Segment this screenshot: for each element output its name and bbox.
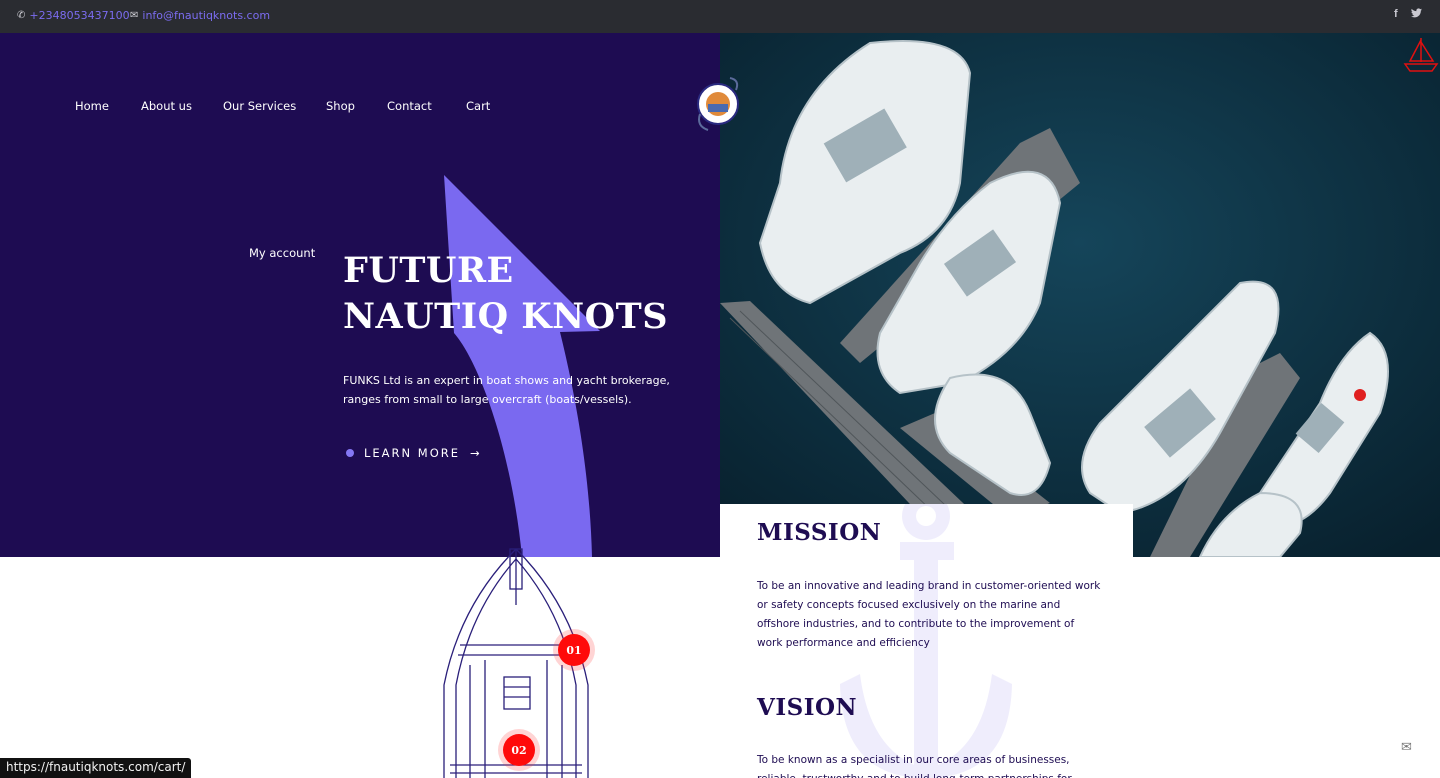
learn-more-button[interactable]: LEARN MORE → — [346, 446, 482, 460]
nav-our-services[interactable]: Our Services — [223, 99, 296, 113]
boat-marker-02[interactable]: 02 — [503, 734, 535, 766]
bullet-dot-icon — [346, 449, 354, 457]
vision-text: To be known as a specialist in our core … — [757, 754, 1072, 778]
hero-title: FUTURE NAUTIQ KNOTS — [343, 250, 668, 337]
marina-photo — [720, 33, 1440, 557]
phone-link[interactable]: ✆ +2348053437100 — [17, 9, 130, 22]
nav-cart[interactable]: Cart — [466, 99, 490, 113]
nav-my-account[interactable]: My account — [249, 246, 315, 260]
vision-heading: VISION — [757, 694, 858, 721]
envelope-icon: ✉ — [130, 10, 139, 21]
twitter-icon[interactable] — [1411, 8, 1422, 21]
nav-about-us[interactable]: About us — [141, 99, 192, 113]
hero-section: Home About us Our Services Shop Contact … — [0, 33, 720, 557]
brand-logo[interactable] — [694, 70, 744, 134]
phone-icon: ✆ — [17, 10, 26, 21]
nav-contact[interactable]: Contact — [387, 99, 432, 113]
hero-description: FUNKS Ltd is an expert in boat shows and… — [343, 374, 670, 406]
hero-image-marina — [720, 33, 1440, 557]
facebook-icon[interactable]: f — [1394, 8, 1398, 20]
sailboat-icon[interactable] — [1402, 34, 1440, 74]
arrow-right-icon: → — [470, 446, 482, 460]
nav-home[interactable]: Home — [75, 99, 109, 113]
top-bar: ✆ +2348053437100 ✉ info@fnautiqknots.com… — [0, 0, 1440, 33]
phone-number: +2348053437100 — [29, 9, 130, 22]
browser-status-url: https://fnautiqknots.com/cart/ — [0, 758, 192, 778]
learn-more-label: LEARN MORE — [364, 446, 461, 460]
mission-text: To be an innovative and leading brand in… — [757, 580, 1101, 649]
nav-shop[interactable]: Shop — [326, 99, 355, 113]
mission-heading: MISSION — [757, 519, 882, 546]
boat-marker-01[interactable]: 01 — [558, 634, 590, 666]
email-address: info@fnautiqknots.com — [142, 9, 271, 22]
floating-mail-icon[interactable]: ✉ — [1401, 740, 1412, 755]
email-link[interactable]: ✉ info@fnautiqknots.com — [130, 9, 270, 22]
